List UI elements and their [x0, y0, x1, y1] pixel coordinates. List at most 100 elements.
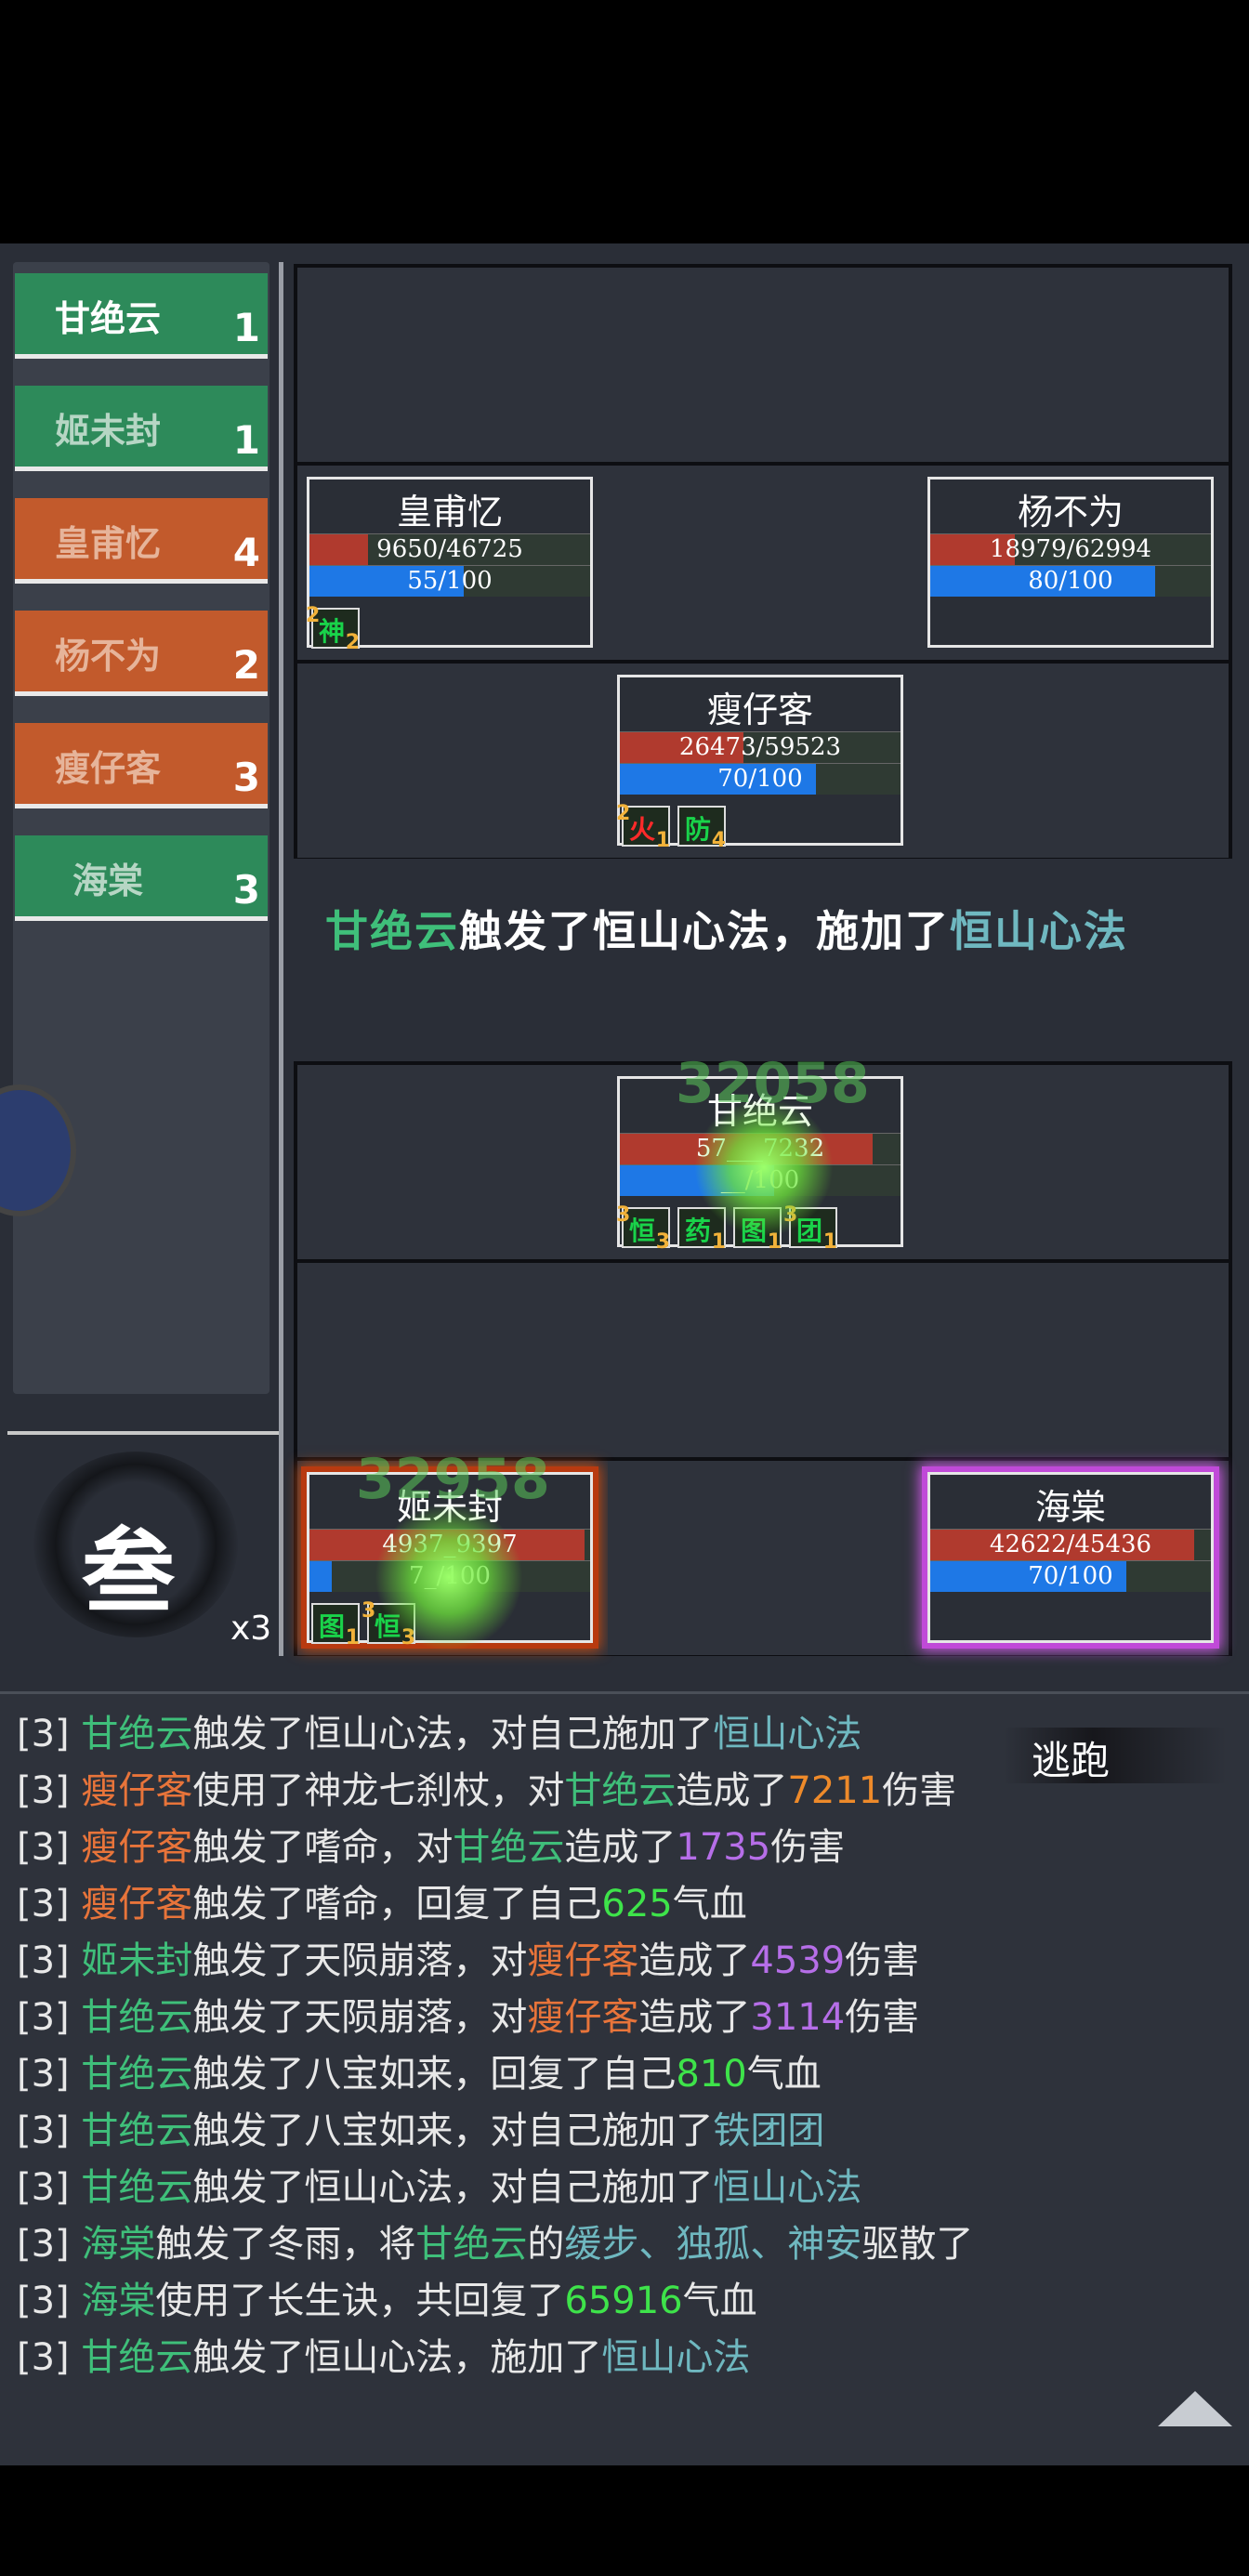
- log-line: [3] 甘绝云触发了八宝如来，回复了自己810气血: [17, 2044, 822, 2097]
- log-line: [3] 甘绝云触发了天陨崩落，对瘦仔客造成了3114伤害: [17, 1987, 919, 2041]
- grid-cell[interactable]: 皇甫忆 9650/46725 55/100 2神2: [297, 466, 608, 660]
- floating-number: 32958: [356, 1447, 550, 1512]
- grid-cell[interactable]: 海棠 42622/45436 70/100: [918, 1461, 1229, 1655]
- mp-bar: 70/100: [930, 1560, 1211, 1592]
- grid-cell[interactable]: [608, 466, 918, 660]
- unit-name: 杨不为: [1017, 492, 1124, 532]
- turn-name: 皇甫忆: [54, 523, 161, 564]
- log-segment: 触发了恒山心法，对自己施加了: [192, 2166, 714, 2209]
- turn-name: 甘绝云: [54, 298, 161, 339]
- grid-cell[interactable]: [918, 664, 1229, 858]
- log-segment: 甘绝云: [453, 1826, 565, 1869]
- grid-cell[interactable]: [297, 268, 608, 462]
- enemy-unit-card[interactable]: 瘦仔客 26473/59523 70/100 2火1 防4: [616, 675, 903, 852]
- grid-cell[interactable]: [608, 1263, 918, 1457]
- log-segment: 触发了嗜命，回复了自己: [192, 1883, 602, 1925]
- mp-bar: 70/100: [620, 763, 901, 795]
- grid-cell[interactable]: [297, 1065, 608, 1259]
- heal-effect: [694, 1097, 834, 1237]
- scroll-up-icon[interactable]: [1158, 2391, 1232, 2426]
- log-segment: 海棠: [81, 2223, 156, 2266]
- turn-slot[interactable]: 甘绝云 1: [15, 273, 268, 359]
- log-segment: 触发了嗜命，对: [192, 1826, 454, 1869]
- log-segment: 伤害: [770, 1826, 846, 1869]
- turn-slot[interactable]: 杨不为 2: [15, 611, 268, 696]
- log-segment: 625: [601, 1883, 673, 1925]
- divider: [7, 1431, 283, 1435]
- flee-button[interactable]: 逃跑: [1032, 1729, 1110, 1786]
- turn-count: 1: [232, 417, 260, 463]
- grid-cell[interactable]: [918, 1263, 1229, 1457]
- log-line: [3] 甘绝云触发了恒山心法，对自己施加了恒山心法: [17, 2157, 861, 2211]
- grid-cell[interactable]: 姬未封 4937_9397 7_/100 图1 3恒3 32958: [297, 1447, 608, 1655]
- turn-slot[interactable]: 海棠 3: [15, 835, 268, 921]
- log-segment: 3114: [750, 1996, 846, 2039]
- grid-cell[interactable]: [918, 1065, 1229, 1259]
- log-segment: 810: [676, 2053, 747, 2096]
- log-segment: 气血: [746, 2053, 822, 2096]
- log-segment: 触发了天陨崩落，对: [192, 1939, 528, 1982]
- hp-text: 42622/45436: [989, 1531, 1152, 1558]
- buff-icon[interactable]: 3恒3: [616, 1203, 670, 1254]
- log-segment: 瘦仔客: [81, 1883, 193, 1925]
- enemy-unit-card[interactable]: 皇甫忆 9650/46725 55/100 2神2: [306, 477, 593, 654]
- grid-cell[interactable]: [608, 268, 918, 462]
- buff-icon[interactable]: 防4: [677, 806, 726, 852]
- hp-text: 18979/62994: [989, 535, 1152, 563]
- grid-cell[interactable]: 甘绝云 57___7232 __/100 3恒3 药1 图1 3团1 32058: [608, 1051, 918, 1259]
- log-segment: [3]: [17, 2280, 82, 2322]
- buff-icon[interactable]: 图1: [311, 1603, 360, 1649]
- turn-slot[interactable]: 姬未封 1: [15, 386, 268, 471]
- mp-text: 70/100: [717, 765, 803, 793]
- grid-cell[interactable]: [608, 1461, 918, 1655]
- buff-icon[interactable]: 2火1: [616, 802, 670, 852]
- mp-bar: 80/100: [930, 565, 1211, 597]
- grid-cell[interactable]: 瘦仔客 26473/59523 70/100 2火1 防4: [608, 664, 918, 858]
- unit-name: 瘦仔客: [706, 690, 813, 730]
- log-segment: 伤害: [845, 1996, 920, 2039]
- ally-unit-card[interactable]: 甘绝云 57___7232 __/100 3恒3 药1 图1 3团1 32058: [616, 1051, 903, 1254]
- log-segment: 伤害: [882, 1769, 957, 1812]
- enemy-grid: 皇甫忆 9650/46725 55/100 2神2 杨不为 18979/6299…: [294, 264, 1232, 859]
- log-segment: [3]: [17, 1939, 82, 1982]
- enemy-unit-card[interactable]: 杨不为 18979/62994 80/100: [927, 477, 1214, 648]
- log-segment: 甘绝云: [81, 2166, 193, 2209]
- message-actor: 甘绝云: [325, 906, 459, 956]
- hp-bar: 42622/45436: [930, 1529, 1211, 1560]
- hp-bar: 18979/62994: [930, 533, 1211, 565]
- grid-cell[interactable]: [297, 664, 608, 858]
- hp-bar: 26473/59523: [620, 731, 901, 763]
- log-segment: 甘绝云: [415, 2223, 528, 2266]
- turn-slot[interactable]: 皇甫忆 4: [15, 498, 268, 584]
- log-segment: [3]: [17, 2223, 82, 2266]
- grid-cell[interactable]: 杨不为 18979/62994 80/100: [918, 466, 1229, 660]
- message-skill: 恒山心法: [950, 906, 1128, 956]
- round-glyph: 叁: [82, 1517, 175, 1626]
- log-segment: 恒山心法: [601, 2336, 751, 2379]
- log-segment: 触发了八宝如来，回复了自己: [192, 2053, 677, 2096]
- ally-unit-card[interactable]: 海棠 42622/45436 70/100: [927, 1472, 1214, 1643]
- mp-text: 55/100: [407, 567, 493, 595]
- grid-cell[interactable]: [297, 1263, 608, 1457]
- log-segment: 瘦仔客: [81, 1769, 193, 1812]
- battle-log[interactable]: [3] 甘绝云触发了恒山心法，对自己施加了恒山心法 [3] 瘦仔客使用了神龙七刹…: [0, 1691, 1249, 2465]
- log-line: [3] 海棠使用了长生诀，共回复了65916气血: [17, 2270, 757, 2324]
- log-segment: 海棠: [81, 2280, 156, 2322]
- log-segment: [3]: [17, 2166, 82, 2209]
- log-segment: 65916: [564, 2280, 683, 2322]
- round-multiplier: x3: [230, 1610, 272, 1648]
- turn-slot[interactable]: 瘦仔客 3: [15, 723, 268, 808]
- ally-unit-card[interactable]: 姬未封 4937_9397 7_/100 图1 3恒3 32958: [307, 1447, 593, 1651]
- grid-cell[interactable]: [918, 268, 1229, 462]
- log-segment: 造成了: [564, 1826, 677, 1869]
- log-segment: 7211: [787, 1769, 883, 1812]
- turn-count: 1: [232, 305, 260, 350]
- log-segment: 气血: [672, 1883, 747, 1925]
- log-segment: 使用了长生诀，共回复了: [155, 2280, 565, 2322]
- buff-icon[interactable]: 2神2: [306, 604, 360, 654]
- log-segment: 铁团团: [713, 2109, 825, 2152]
- divider: [279, 262, 283, 1656]
- log-segment: 瘦仔客: [527, 1939, 639, 1982]
- log-segment: 使用了神龙七刹杖，对: [192, 1769, 565, 1812]
- log-segment: 甘绝云: [81, 2109, 193, 2152]
